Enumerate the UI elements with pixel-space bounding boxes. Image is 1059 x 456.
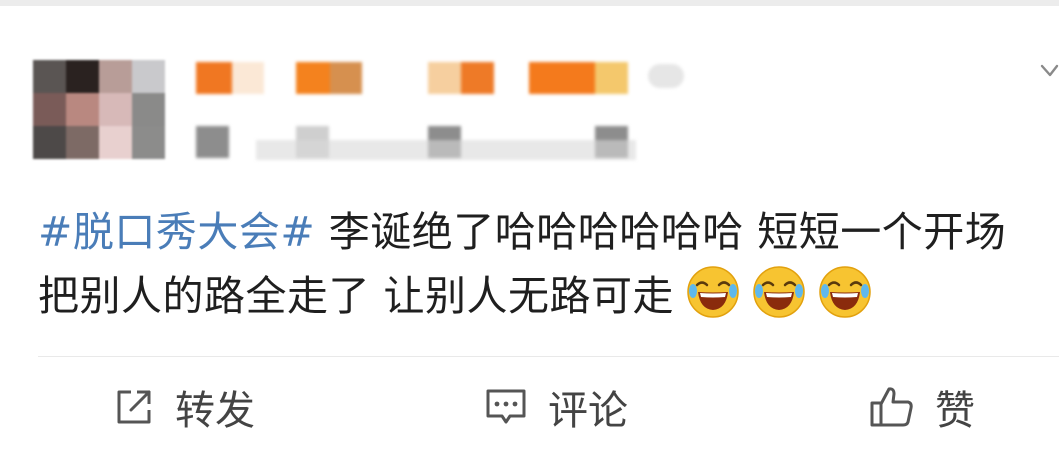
user-info-obscured[interactable] <box>196 60 696 160</box>
emoji-group <box>674 266 872 320</box>
avatar[interactable] <box>33 60 165 159</box>
laugh-cry-emoji-icon <box>687 266 739 318</box>
comment-label: 评论 <box>548 388 628 434</box>
comment-icon <box>486 389 526 424</box>
chevron-down-icon[interactable] <box>1040 62 1059 84</box>
like-button[interactable]: 赞 <box>869 382 975 434</box>
repost-icon <box>117 390 151 424</box>
thumbs-up-icon <box>870 387 913 427</box>
laugh-cry-emoji-icon <box>819 266 871 318</box>
repost-label: 转发 <box>175 388 255 434</box>
top-separator <box>0 0 1059 6</box>
like-label: 赞 <box>935 388 975 434</box>
action-divider <box>38 356 1059 357</box>
hashtag-link[interactable]: #脱口秀大会# <box>38 208 315 256</box>
post-content: #脱口秀大会# 李诞绝了哈哈哈哈哈哈 短短一个开场 把别人的路全走了 让别人无路… <box>38 200 1048 328</box>
repost-button[interactable]: 转发 <box>113 382 255 434</box>
laugh-cry-emoji-icon <box>753 266 805 318</box>
comment-button[interactable]: 评论 <box>484 382 628 434</box>
